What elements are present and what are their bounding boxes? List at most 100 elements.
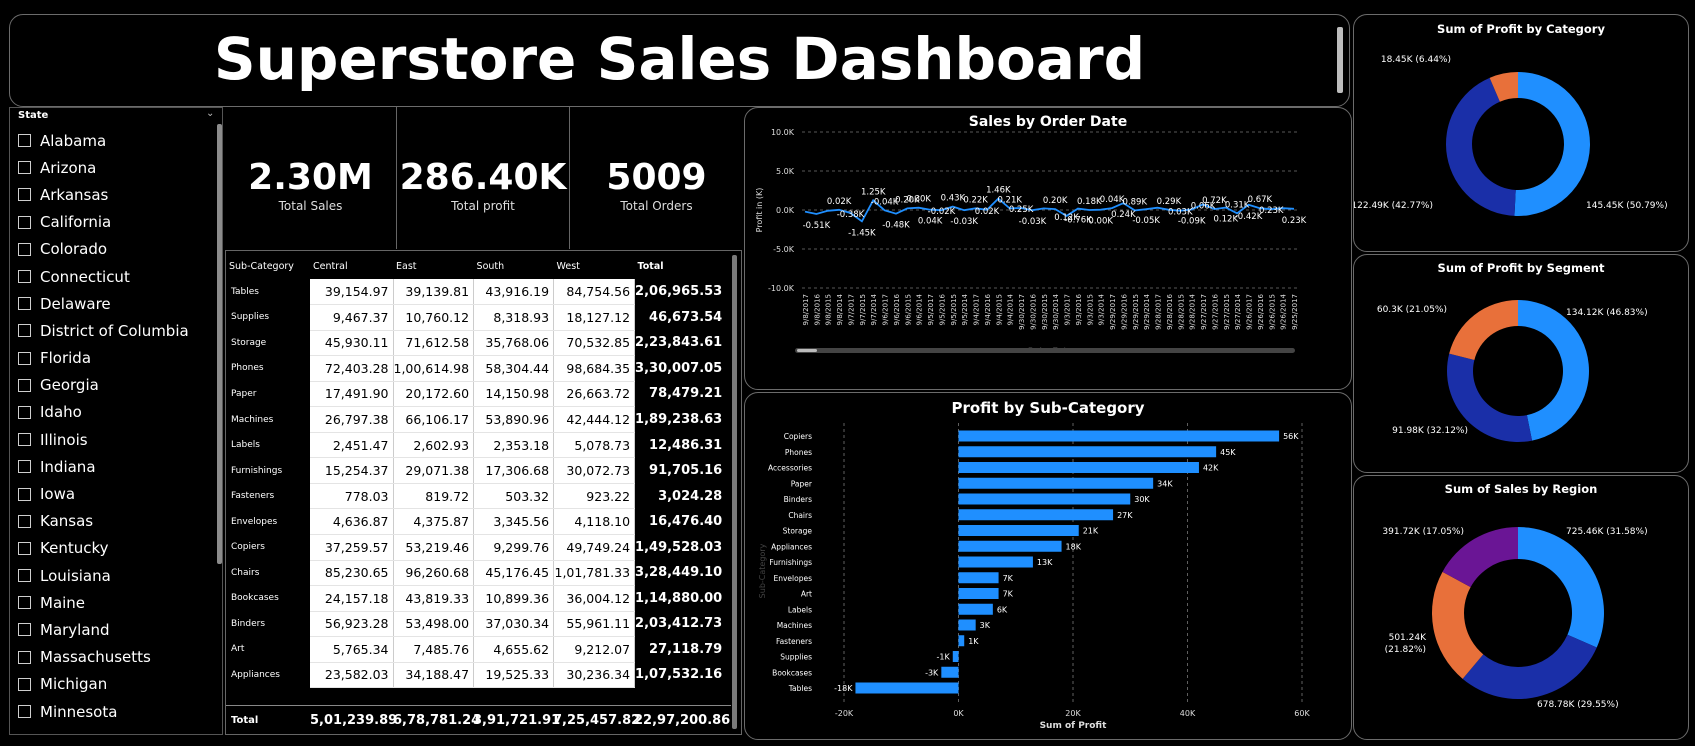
checkbox[interactable] (18, 270, 31, 284)
table-row[interactable]: Binders 56,923.28 53,498.00 37,030.34 55,961… (226, 611, 728, 638)
state-option[interactable]: Illinois (18, 426, 208, 453)
bar (855, 682, 959, 694)
chevron-down-icon[interactable]: ⌄ (206, 108, 214, 119)
checkbox[interactable] (18, 351, 31, 365)
state-option[interactable]: Florida (18, 345, 208, 372)
checkbox[interactable] (18, 677, 31, 691)
checkbox[interactable] (18, 297, 31, 311)
checkbox[interactable] (18, 405, 31, 419)
x-tick-label: 9/29/2017 (1109, 294, 1117, 330)
state-option[interactable]: Idaho (18, 399, 208, 426)
checkbox[interactable] (18, 650, 31, 664)
checkbox[interactable] (18, 134, 31, 148)
donut-slice (1514, 72, 1590, 216)
total-east: 6,78,781.24 (393, 713, 481, 728)
table-row[interactable]: Envelopes 4,636.87 4,375.87 3,345.56 4,118.1… (226, 508, 728, 535)
state-option[interactable]: Kansas (18, 508, 208, 535)
state-option[interactable]: Georgia (18, 372, 208, 399)
table-row[interactable]: Supplies 9,467.37 10,760.12 8,318.93 18,127.… (226, 304, 728, 331)
state-option[interactable]: Maryland (18, 616, 208, 643)
state-option[interactable]: Minnesota (18, 698, 208, 725)
header-sub-category[interactable]: Sub-Category (226, 253, 310, 279)
row-label: Paper (231, 388, 257, 399)
state-option[interactable]: Iowa (18, 480, 208, 507)
header-south[interactable]: South (474, 253, 554, 279)
page-title: Superstore Sales Dashboard (213, 25, 1146, 93)
state-option[interactable]: Massachusetts (18, 644, 208, 671)
checkbox[interactable] (18, 569, 31, 583)
checkbox[interactable] (18, 378, 31, 392)
table-row[interactable]: Phones 72,403.28 1,00,614.98 58,304.44 98,68… (226, 355, 728, 382)
state-option[interactable]: Kentucky (18, 535, 208, 562)
checkbox[interactable] (18, 705, 31, 719)
state-label: Georgia (40, 376, 99, 395)
table-row[interactable]: Paper 17,491.90 20,172.60 14,150.98 26,663.7… (226, 381, 728, 408)
state-option[interactable]: Indiana (18, 453, 208, 480)
state-option[interactable]: California (18, 209, 208, 236)
header-total[interactable]: Total (635, 253, 728, 279)
checkbox[interactable] (18, 487, 31, 501)
table-row[interactable]: Tables 39,154.97 39,139.81 43,916.19 84,754.… (226, 279, 728, 306)
row-total-cell: 3,28,449.10 (634, 560, 728, 586)
state-option[interactable]: Michigan (18, 671, 208, 698)
total-west: 7,25,457.82 (553, 713, 641, 728)
state-label: Michigan (40, 675, 108, 694)
checkbox[interactable] (18, 541, 31, 555)
checkbox[interactable] (18, 324, 31, 338)
data-label: 7K (1003, 590, 1014, 599)
table-row[interactable]: Appliances 23,582.03 34,188.47 19,525.33 30,… (226, 662, 728, 689)
state-option[interactable]: Arkansas (18, 181, 208, 208)
table-cell: 45,930.11 (310, 330, 394, 357)
table-row[interactable]: Furnishings 15,254.37 29,071.38 17,306.68 30… (226, 457, 728, 484)
state-option[interactable]: Arizona (18, 154, 208, 181)
x-tick-label: 9/5/2014 (961, 293, 969, 325)
header-west[interactable]: West (554, 253, 635, 279)
state-option[interactable]: Colorado (18, 236, 208, 263)
state-slicer-title: State (18, 110, 49, 121)
checkbox[interactable] (18, 161, 31, 175)
donut-slice (1518, 527, 1604, 648)
table-row[interactable]: Copiers 37,259.57 53,219.46 9,299.76 49,749.… (226, 534, 728, 561)
checkbox[interactable] (18, 433, 31, 447)
checkbox[interactable] (18, 215, 31, 229)
table-row[interactable]: Storage 45,930.11 71,612.58 35,768.06 70,532… (226, 330, 728, 357)
table-cell: 3,345.56 (473, 508, 555, 535)
state-label: Maryland (40, 620, 110, 639)
table-row[interactable]: Bookcases 24,157.18 43,819.33 10,899.36 36,0… (226, 585, 728, 612)
header-east[interactable]: East (393, 253, 474, 279)
checkbox[interactable] (18, 460, 31, 474)
checkbox[interactable] (18, 242, 31, 256)
checkbox[interactable] (18, 596, 31, 610)
x-tick-label: 9/8/2014 (836, 293, 844, 325)
table-row[interactable]: Art 5,765.34 7,485.76 4,655.62 9,212.07 27,11… (226, 636, 728, 663)
category-label: Envelopes (774, 574, 813, 583)
header-central[interactable]: Central (310, 253, 393, 279)
checkbox[interactable] (18, 623, 31, 637)
state-option[interactable]: Connecticut (18, 263, 208, 290)
state-option[interactable]: Louisiana (18, 562, 208, 589)
checkbox[interactable] (18, 188, 31, 202)
state-option[interactable]: District of Columbia (18, 317, 208, 344)
title-scrollbar[interactable] (1337, 27, 1343, 93)
table-cell: 26,663.72 (553, 381, 636, 408)
table-cell: 23,582.03 (310, 662, 394, 689)
category-label: Binders (784, 495, 812, 504)
row-total-cell: 3,024.28 (634, 483, 728, 509)
bar (958, 540, 1062, 552)
slicer-scrollbar[interactable] (217, 124, 222, 564)
state-label: Kansas (40, 512, 94, 531)
table-row[interactable]: Machines 26,797.38 66,106.17 53,890.96 42,44… (226, 406, 728, 433)
matrix-scrollbar[interactable] (732, 255, 737, 729)
table-cell: 36,004.12 (553, 585, 636, 612)
table-row[interactable]: Labels 2,451.47 2,602.93 2,353.18 5,078.73 12… (226, 432, 728, 459)
state-option[interactable]: Alabama (18, 127, 208, 154)
table-row[interactable]: Chairs 85,230.65 96,260.68 45,176.45 1,01,78… (226, 560, 728, 587)
donut-slice (1449, 300, 1518, 360)
data-label: -18K (834, 684, 853, 693)
table-row[interactable]: Fasteners 778.03 819.72 503.32 923.22 3,024.2… (226, 483, 728, 510)
checkbox[interactable] (18, 514, 31, 528)
data-label: 1.25K (861, 187, 886, 197)
state-option[interactable]: Maine (18, 589, 208, 616)
state-option[interactable]: Delaware (18, 290, 208, 317)
x-tick-label: 9/28/2015 (1177, 294, 1185, 330)
